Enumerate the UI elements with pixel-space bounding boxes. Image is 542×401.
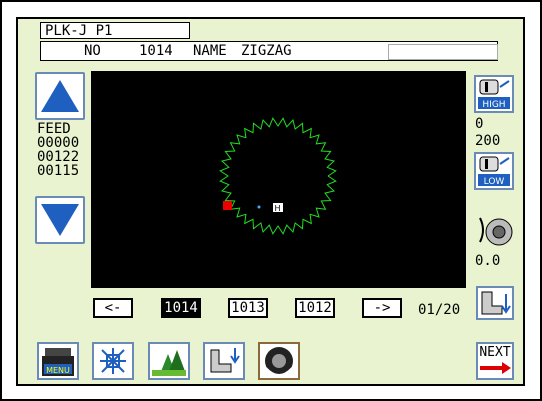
feed-value-3: 00115 (37, 163, 80, 179)
pattern-1013-button[interactable]: 1013 (228, 298, 268, 318)
expand-arrows-icon (100, 348, 126, 374)
feed-up-button[interactable] (35, 72, 85, 120)
trees-icon (152, 350, 186, 376)
feed-value-1: 00000 (37, 135, 80, 151)
speed-high-button[interactable]: HIGH (474, 75, 514, 113)
arrow-right-icon (480, 362, 511, 374)
feed-down-button[interactable] (35, 196, 85, 244)
next-button[interactable]: NEXT (476, 342, 514, 380)
page-next-button[interactable]: -> (362, 298, 402, 318)
low-label: LOW (484, 177, 505, 187)
thread-low-icon: LOW (478, 156, 510, 187)
next-label: NEXT (479, 345, 511, 360)
menu-icon: MENU (42, 348, 74, 376)
home-marker-label: H (275, 204, 281, 213)
arrow-down-icon (41, 204, 79, 236)
pattern-1012-button[interactable]: 1012 (295, 298, 335, 318)
name-label: NAME (193, 43, 227, 59)
tension-value: 0.0 (475, 253, 501, 269)
presser-foot-icon (210, 348, 240, 373)
no-value: 1014 (139, 43, 173, 59)
zigzag-stitch-circle (219, 117, 337, 235)
value-a: 0 (475, 116, 484, 132)
tension-dial-icon (479, 217, 513, 246)
winder-button[interactable] (258, 342, 300, 380)
feed-label: FEED (37, 121, 71, 137)
arrow-up-icon (41, 80, 79, 112)
menu-button[interactable]: MENU (37, 342, 79, 380)
zigzag-line (219, 117, 337, 235)
no-label: NO (84, 43, 101, 59)
foot-down-icon (481, 291, 511, 315)
feed-readout: FEED 00000 00122 00115 (37, 122, 79, 178)
page-indicator: 01/20 (418, 302, 461, 318)
trace-button[interactable] (148, 342, 190, 380)
presser-foot-button[interactable] (203, 342, 245, 380)
name-value: ZIGZAG (241, 43, 292, 59)
start-marker-icon (223, 201, 232, 210)
tension-button[interactable] (474, 210, 514, 250)
needle-point (257, 205, 261, 209)
page-title: PLK-J P1 (40, 22, 190, 39)
pattern-1014-button[interactable]: 1014 (161, 298, 201, 318)
feed-value-2: 00122 (37, 149, 80, 165)
pattern-canvas[interactable]: H (91, 71, 466, 288)
value-b: 200 (475, 133, 501, 149)
stitch-pattern-svg: H (219, 117, 337, 235)
scale-button[interactable] (92, 342, 134, 380)
page-prev-button[interactable]: <- (93, 298, 133, 318)
bobbin-winder-icon (265, 347, 293, 376)
thread-high-icon: HIGH (478, 79, 510, 110)
move-down-button[interactable] (476, 286, 514, 320)
title-text: PLK-J P1 (45, 23, 113, 39)
speed-low-button[interactable]: LOW (474, 152, 514, 190)
menu-label: MENU (46, 366, 70, 375)
high-label: HIGH (482, 100, 505, 110)
blank-field (388, 44, 498, 60)
